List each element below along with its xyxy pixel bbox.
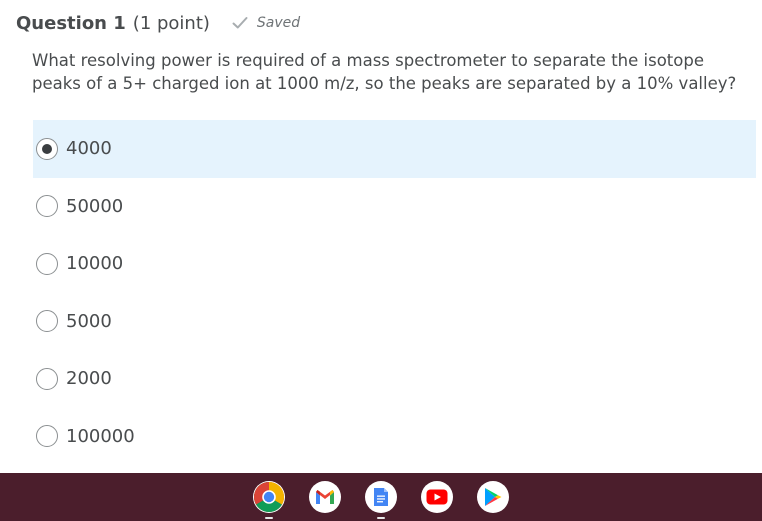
check-icon xyxy=(232,17,248,29)
option-label[interactable]: 4000 xyxy=(66,138,112,159)
radio-dot xyxy=(42,143,52,154)
play-store-logo xyxy=(485,488,502,506)
answer-option[interactable]: 4000 xyxy=(33,120,756,178)
youtube-icon[interactable] xyxy=(421,481,453,513)
quiz-page: Question 1 (1 point) Saved What resolvin… xyxy=(0,0,762,521)
option-label[interactable]: 50000 xyxy=(66,196,123,217)
radio-button[interactable] xyxy=(36,252,58,275)
question-text: What resolving power is required of a ma… xyxy=(32,51,737,93)
answer-option[interactable]: 2000 xyxy=(33,350,756,408)
answer-options: 4000 50000 10000 5000 2000 100000 xyxy=(33,120,756,465)
option-label[interactable]: 5000 xyxy=(66,311,112,332)
answer-option[interactable]: 10000 xyxy=(33,235,756,293)
radio-button[interactable] xyxy=(36,195,58,218)
chrome-logo xyxy=(253,482,285,513)
radio-button[interactable] xyxy=(36,367,58,390)
gmail-logo xyxy=(316,490,334,504)
play-store-icon[interactable] xyxy=(477,481,509,513)
question-points: (1 point) xyxy=(132,12,210,34)
google-docs-icon[interactable] xyxy=(365,481,397,513)
answer-option[interactable]: 5000 xyxy=(33,293,756,351)
saved-label: Saved xyxy=(256,15,301,31)
answer-option[interactable]: 50000 xyxy=(33,178,756,236)
docs-logo xyxy=(374,488,388,506)
radio-button[interactable] xyxy=(36,137,58,160)
running-indicator xyxy=(265,517,273,519)
answer-option[interactable]: 100000 xyxy=(33,408,756,466)
option-label[interactable]: 2000 xyxy=(66,368,112,389)
taskbar-shelf xyxy=(0,473,762,521)
radio-button[interactable] xyxy=(36,425,58,448)
running-indicator xyxy=(377,517,385,519)
option-label[interactable]: 100000 xyxy=(66,426,135,447)
saved-status: Saved xyxy=(232,15,300,31)
youtube-logo xyxy=(426,489,448,505)
gmail-icon[interactable] xyxy=(309,481,341,513)
question-title: Question 1 xyxy=(16,12,126,34)
radio-button[interactable] xyxy=(36,310,58,333)
option-label[interactable]: 10000 xyxy=(66,253,123,274)
question-header: Question 1 (1 point) Saved xyxy=(16,10,300,36)
chrome-icon[interactable] xyxy=(253,481,285,513)
